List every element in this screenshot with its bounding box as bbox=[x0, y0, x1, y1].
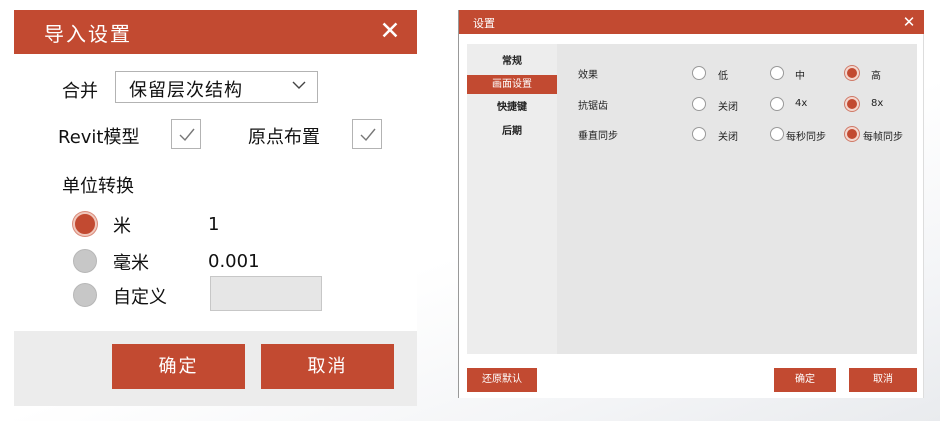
antialias-4x-label: 4x bbox=[795, 98, 808, 109]
revit-model-checkbox[interactable] bbox=[171, 119, 201, 149]
merge-label: 合并 bbox=[62, 81, 98, 102]
restore-defaults-button[interactable]: 还原默认 bbox=[467, 368, 537, 392]
settings-dialog-titlebar: 设置 ✕ bbox=[459, 10, 924, 34]
merge-select-value: 保留层次结构 bbox=[129, 80, 243, 101]
revit-model-label: Revit模型 bbox=[58, 127, 140, 148]
vsync-label: 垂直同步 bbox=[578, 131, 618, 142]
ok-button[interactable]: 确定 bbox=[112, 344, 245, 389]
origin-placement-checkbox[interactable] bbox=[352, 119, 382, 149]
cancel-button[interactable]: 取消 bbox=[849, 368, 917, 392]
unit-custom-label: 自定义 bbox=[113, 287, 167, 308]
effects-low-radio[interactable] bbox=[692, 66, 706, 80]
unit-meter-label: 米 bbox=[113, 216, 131, 237]
vsync-per-frame-label: 每帧同步 bbox=[863, 132, 903, 143]
antialias-8x-label: 8x bbox=[871, 98, 884, 109]
check-icon bbox=[360, 128, 376, 142]
cancel-button[interactable]: 取消 bbox=[261, 344, 394, 389]
display-settings-content: 效果 低 中 高 抗锯齿 关闭 4x 8x 垂直同步 关闭 每秒同步 每帧同步 bbox=[560, 44, 917, 354]
ok-button[interactable]: 确定 bbox=[774, 368, 836, 392]
close-icon[interactable]: ✕ bbox=[375, 16, 405, 46]
effects-medium-label: 中 bbox=[795, 71, 805, 82]
nav-item-display[interactable]: 画面设置 bbox=[467, 75, 557, 94]
check-icon bbox=[179, 128, 195, 142]
nav-item-shortcuts[interactable]: 快捷键 bbox=[467, 98, 557, 117]
import-settings-dialog: 导入设置 ✕ 合并 保留层次结构 Revit模型 原点布置 单位转换 米 1 毫… bbox=[14, 10, 417, 406]
settings-nav: 常规 画面设置 快捷键 后期 bbox=[467, 44, 557, 354]
custom-unit-input[interactable] bbox=[210, 276, 322, 311]
vsync-per-second-label: 每秒同步 bbox=[786, 132, 826, 143]
nav-item-general[interactable]: 常规 bbox=[467, 52, 557, 71]
unit-millimeter-radio[interactable] bbox=[73, 249, 97, 273]
vsync-off-label: 关闭 bbox=[718, 132, 738, 143]
unit-conversion-heading: 单位转换 bbox=[62, 176, 134, 197]
effects-low-label: 低 bbox=[718, 71, 728, 82]
settings-dialog-title: 设置 bbox=[473, 17, 495, 30]
effects-medium-radio[interactable] bbox=[770, 66, 784, 80]
chevron-down-icon bbox=[292, 81, 306, 89]
antialias-4x-radio[interactable] bbox=[770, 97, 784, 111]
nav-item-post[interactable]: 后期 bbox=[467, 122, 557, 141]
vsync-per-second-radio[interactable] bbox=[770, 127, 784, 141]
vsync-per-frame-radio[interactable] bbox=[845, 127, 859, 141]
unit-millimeter-value: 0.001 bbox=[208, 251, 260, 272]
effects-high-label: 高 bbox=[871, 71, 881, 82]
effects-label: 效果 bbox=[578, 70, 598, 81]
origin-placement-label: 原点布置 bbox=[248, 127, 320, 148]
close-icon[interactable]: ✕ bbox=[900, 12, 918, 32]
vsync-off-radio[interactable] bbox=[692, 127, 706, 141]
import-dialog-title: 导入设置 bbox=[44, 22, 132, 46]
antialias-8x-radio[interactable] bbox=[845, 97, 859, 111]
import-dialog-titlebar: 导入设置 ✕ bbox=[14, 10, 417, 54]
antialias-label: 抗锯齿 bbox=[578, 101, 608, 112]
settings-panel: 常规 画面设置 快捷键 后期 效果 低 中 高 抗锯齿 关闭 4x 8x 垂直同… bbox=[467, 44, 917, 354]
antialias-off-label: 关闭 bbox=[718, 102, 738, 113]
unit-millimeter-label: 毫米 bbox=[113, 253, 149, 274]
antialias-off-radio[interactable] bbox=[692, 97, 706, 111]
unit-meter-value: 1 bbox=[208, 214, 220, 235]
settings-dialog: 设置 ✕ 常规 画面设置 快捷键 后期 效果 低 中 高 抗锯齿 关闭 4x 8… bbox=[458, 10, 924, 398]
unit-meter-radio[interactable] bbox=[73, 212, 97, 236]
effects-high-radio[interactable] bbox=[845, 66, 859, 80]
merge-select[interactable]: 保留层次结构 bbox=[115, 71, 318, 103]
unit-custom-radio[interactable] bbox=[73, 283, 97, 307]
